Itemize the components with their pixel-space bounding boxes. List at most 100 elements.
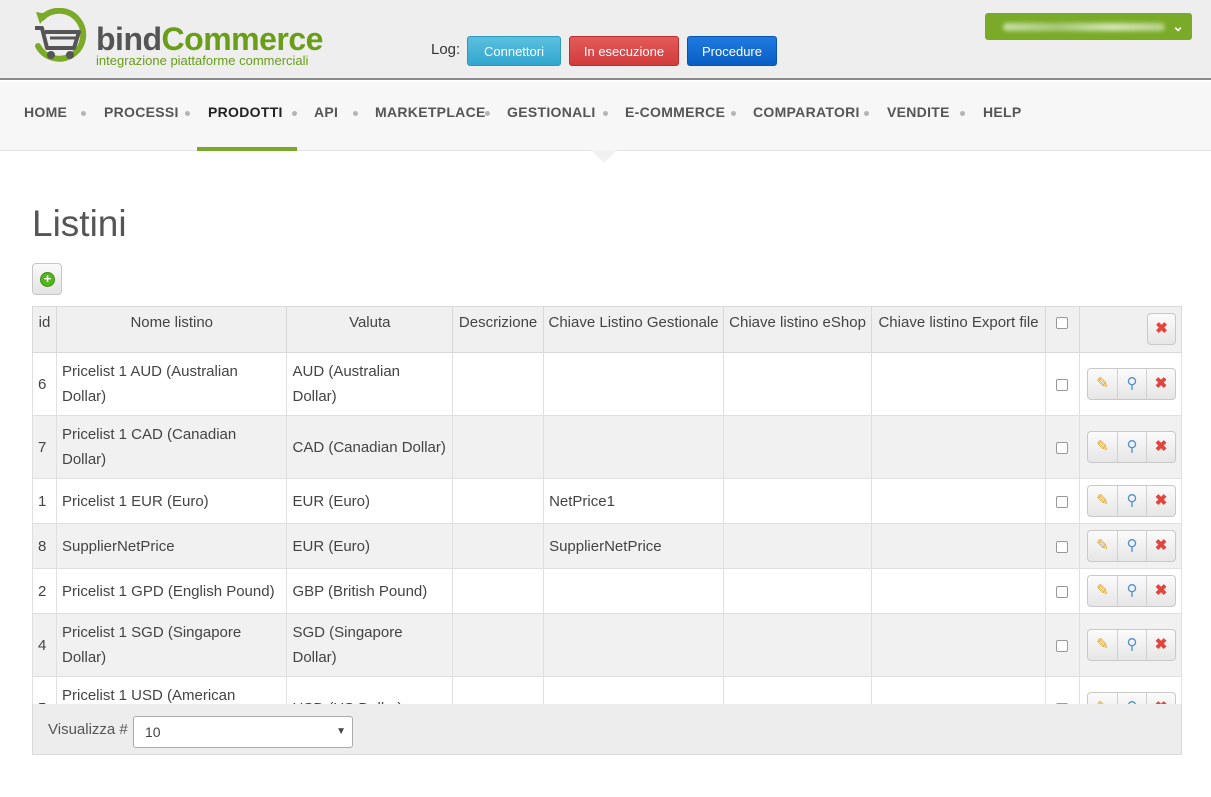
table-row[interactable]: 6 Pricelist 1 AUD (Australian Dollar) AU… bbox=[32, 352, 1183, 416]
edit-pencil-icon[interactable]: ✎ bbox=[1088, 369, 1117, 399]
bulk-actions-header: ✖ bbox=[1078, 306, 1183, 353]
cell-chiave-eshop bbox=[723, 523, 873, 569]
row-checkbox[interactable] bbox=[1056, 585, 1069, 598]
row-checkbox[interactable] bbox=[1056, 639, 1069, 652]
col-header-id[interactable]: id bbox=[32, 306, 57, 353]
cell-actions: ✎ ⚲ ✖ bbox=[1078, 478, 1183, 524]
nav-item-processi[interactable]: PROCESSI bbox=[104, 104, 179, 120]
cell-chiave-gestionale bbox=[543, 568, 725, 614]
edit-pencil-icon[interactable]: ✎ bbox=[1088, 432, 1117, 462]
cell-chiave-export bbox=[871, 478, 1046, 524]
select-all-checkbox[interactable] bbox=[1056, 317, 1069, 330]
cell-nome-listino: Pricelist 1 AUD (Australian Dollar) bbox=[55, 352, 288, 416]
row-checkbox[interactable] bbox=[1056, 540, 1069, 553]
in-esecuzione-button[interactable]: In esecuzione bbox=[569, 36, 679, 66]
cell-chiave-gestionale: NetPrice1 bbox=[543, 478, 725, 524]
delete-x-icon[interactable]: ✖ bbox=[1146, 432, 1175, 462]
cell-chiave-eshop bbox=[723, 613, 873, 677]
nav-item-comparatori[interactable]: COMPARATORI bbox=[753, 104, 860, 120]
nav-item-e-commerce[interactable]: E-COMMERCE bbox=[625, 104, 725, 120]
cell-valuta: EUR (Euro) bbox=[286, 478, 454, 524]
col-header-chiave-eshop[interactable]: Chiave listino eShop bbox=[723, 306, 873, 353]
logo-wordmark: bindCommerce bbox=[96, 22, 323, 56]
cell-select bbox=[1045, 568, 1080, 614]
table-row[interactable]: 2 Pricelist 1 GPD (English Pound) GBP (B… bbox=[32, 568, 1183, 614]
top-header: bindCommerce integrazione piattaforme co… bbox=[0, 0, 1211, 80]
view-magnifier-icon[interactable]: ⚲ bbox=[1117, 531, 1146, 561]
cart-logo-icon bbox=[35, 8, 87, 62]
cell-chiave-export bbox=[871, 415, 1046, 479]
nav-item-help[interactable]: HELP bbox=[983, 104, 1022, 120]
edit-pencil-icon[interactable]: ✎ bbox=[1088, 486, 1117, 516]
blurred-username bbox=[1003, 23, 1165, 31]
cell-actions: ✎ ⚲ ✖ bbox=[1078, 415, 1183, 479]
row-checkbox[interactable] bbox=[1056, 378, 1069, 391]
nav-separator bbox=[864, 111, 869, 116]
cell-chiave-eshop bbox=[723, 415, 873, 479]
cell-select bbox=[1045, 478, 1080, 524]
connettori-button[interactable]: Connettori bbox=[467, 36, 561, 66]
nav-separator bbox=[353, 111, 358, 116]
cell-actions: ✎ ⚲ ✖ bbox=[1078, 352, 1183, 416]
cell-id: 2 bbox=[32, 568, 57, 614]
nav-item-vendite[interactable]: VENDITE bbox=[887, 104, 950, 120]
cell-actions: ✎ ⚲ ✖ bbox=[1078, 568, 1183, 614]
table-row[interactable]: 1 Pricelist 1 EUR (Euro) EUR (Euro) NetP… bbox=[32, 478, 1183, 524]
col-header-chiave-export[interactable]: Chiave listino Export file bbox=[871, 306, 1046, 353]
table-row[interactable]: 4 Pricelist 1 SGD (Singapore Dollar) SGD… bbox=[32, 613, 1183, 677]
delete-x-icon[interactable]: ✖ bbox=[1146, 576, 1175, 606]
page-size-select[interactable]: 10 ▼ bbox=[133, 716, 353, 748]
cell-chiave-export bbox=[871, 568, 1046, 614]
view-magnifier-icon[interactable]: ⚲ bbox=[1117, 630, 1146, 660]
cell-descrizione bbox=[452, 613, 545, 677]
cell-descrizione bbox=[452, 352, 545, 416]
edit-pencil-icon[interactable]: ✎ bbox=[1088, 531, 1117, 561]
listini-table: id Nome listino Valuta Descrizione Chiav… bbox=[32, 306, 1183, 740]
cell-descrizione bbox=[452, 568, 545, 614]
table-row[interactable]: 7 Pricelist 1 CAD (Canadian Dollar) CAD … bbox=[32, 415, 1183, 479]
add-listino-button[interactable]: + bbox=[32, 263, 62, 295]
cell-actions: ✎ ⚲ ✖ bbox=[1078, 523, 1183, 569]
col-header-nome-listino[interactable]: Nome listino bbox=[55, 306, 288, 353]
row-action-group: ✎ ⚲ ✖ bbox=[1087, 485, 1176, 517]
view-magnifier-icon[interactable]: ⚲ bbox=[1117, 576, 1146, 606]
nav-separator bbox=[960, 111, 965, 116]
view-magnifier-icon[interactable]: ⚲ bbox=[1117, 432, 1146, 462]
user-menu-dropdown[interactable]: ⌄ bbox=[985, 13, 1192, 40]
delete-x-icon[interactable]: ✖ bbox=[1146, 630, 1175, 660]
col-header-chiave-gestionale[interactable]: Chiave Listino Gestionale bbox=[543, 306, 725, 353]
row-checkbox[interactable] bbox=[1056, 441, 1069, 454]
col-header-descrizione[interactable]: Descrizione bbox=[452, 306, 545, 353]
edit-pencil-icon[interactable]: ✎ bbox=[1088, 630, 1117, 660]
bulk-delete-icon[interactable]: ✖ bbox=[1147, 313, 1176, 345]
edit-pencil-icon[interactable]: ✎ bbox=[1088, 576, 1117, 606]
view-magnifier-icon[interactable]: ⚲ bbox=[1117, 369, 1146, 399]
cell-chiave-export bbox=[871, 523, 1046, 569]
chevron-down-icon: ⌄ bbox=[1172, 18, 1184, 34]
procedure-button[interactable]: Procedure bbox=[687, 36, 777, 66]
row-checkbox[interactable] bbox=[1056, 495, 1069, 508]
bindcommerce-logo[interactable]: bindCommerce integrazione piattaforme co… bbox=[30, 8, 330, 72]
view-magnifier-icon[interactable]: ⚲ bbox=[1117, 486, 1146, 516]
col-header-valuta[interactable]: Valuta bbox=[286, 306, 454, 353]
row-action-group: ✎ ⚲ ✖ bbox=[1087, 530, 1176, 562]
delete-x-icon[interactable]: ✖ bbox=[1146, 531, 1175, 561]
nav-item-api[interactable]: API bbox=[314, 104, 338, 120]
cell-chiave-export bbox=[871, 613, 1046, 677]
nav-separator bbox=[81, 111, 86, 116]
cell-valuta: AUD (Australian Dollar) bbox=[286, 352, 454, 416]
cell-chiave-gestionale bbox=[543, 613, 725, 677]
dropdown-arrow-icon: ▼ bbox=[336, 726, 346, 737]
cell-select bbox=[1045, 415, 1080, 479]
nav-separator bbox=[292, 111, 297, 116]
table-row[interactable]: 8 SupplierNetPrice EUR (Euro) SupplierNe… bbox=[32, 523, 1183, 569]
delete-x-icon[interactable]: ✖ bbox=[1146, 369, 1175, 399]
nav-item-marketplace[interactable]: MARKETPLACE bbox=[375, 104, 486, 120]
cell-id: 7 bbox=[32, 415, 57, 479]
nav-item-gestionali[interactable]: GESTIONALI bbox=[507, 104, 596, 120]
nav-item-prodotti[interactable]: PRODOTTI bbox=[208, 104, 283, 120]
page-size-value: 10 bbox=[145, 724, 161, 740]
delete-x-icon[interactable]: ✖ bbox=[1146, 486, 1175, 516]
nav-item-home[interactable]: HOME bbox=[24, 104, 67, 120]
cell-descrizione bbox=[452, 478, 545, 524]
